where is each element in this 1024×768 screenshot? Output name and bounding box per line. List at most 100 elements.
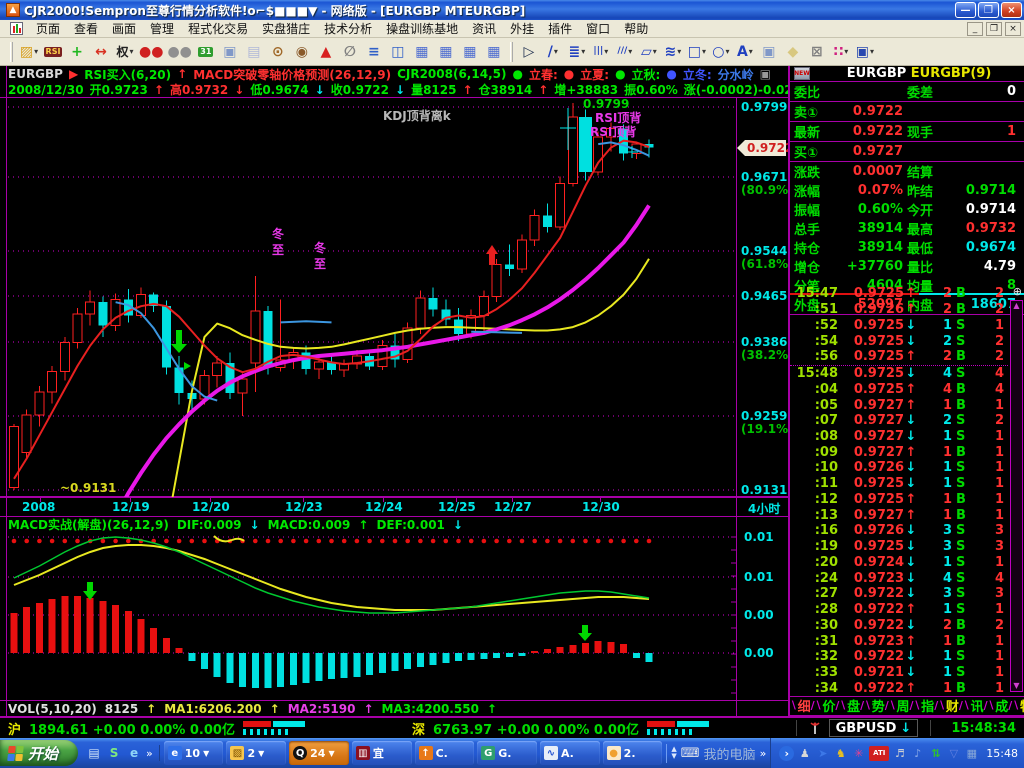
tray-v-icon[interactable]: ▽ [946, 746, 961, 761]
save-icon[interactable]: ▣ ▾ [854, 41, 876, 63]
tick-row[interactable]: 15:48 0.9725 ↓ 4 S 4 [790, 364, 1008, 382]
tab-讯[interactable]: 讯 [971, 697, 984, 714]
ie-quick-icon[interactable]: e [126, 745, 142, 761]
task-button-2.[interactable]: ● 2. [602, 741, 663, 765]
tab-指[interactable]: 指 [921, 697, 934, 714]
menu-查看[interactable]: 查看 [67, 19, 105, 38]
rectangle-icon[interactable]: □ ▾ [686, 41, 708, 63]
tray-firework-icon[interactable]: ✳ [851, 746, 866, 761]
tick-row[interactable]: 15:47 0.9725 ↑ 2 B 2 [790, 286, 1008, 302]
tick-row[interactable]: :32 0.9722 ↓ 1 S 1 [790, 649, 1008, 665]
start-button[interactable]: 开始 [0, 740, 79, 766]
scroll-down-icon[interactable]: ▼ [1013, 681, 1019, 691]
text-tool-icon[interactable]: A ▾ [734, 41, 756, 63]
tray-ati-icon[interactable]: ATI [869, 745, 890, 761]
plug-icon[interactable]: ∅ [339, 41, 361, 63]
eraser-icon[interactable]: ◆ [782, 41, 804, 63]
fan-lines-icon[interactable]: ///▾ [614, 41, 636, 63]
tick-row[interactable]: :12 0.9725 ↑ 1 B 1 [790, 492, 1008, 508]
menu-操盘训练基地[interactable]: 操盘训练基地 [379, 19, 465, 38]
task-button-A.[interactable]: ∿ A. [539, 741, 600, 765]
tick-row[interactable]: :08 0.9727 ↓ 1 S 1 [790, 429, 1008, 445]
open-folder-icon[interactable]: ▨ ▾ [18, 41, 40, 63]
traffic-light-icon[interactable]: ●● [138, 41, 164, 63]
scroll-up-icon[interactable]: ▲ [1013, 301, 1019, 311]
tab-细[interactable]: 细 [798, 697, 811, 714]
tray-monitor-icon[interactable]: ▦ [964, 746, 979, 761]
tab-财[interactable]: 财 [946, 697, 959, 714]
alarm-bell-icon[interactable]: ▲ [315, 41, 337, 63]
tab-特[interactable]: 特 [1020, 697, 1024, 714]
duplicate-icon[interactable]: ▣ [758, 41, 780, 63]
task-button-C.[interactable]: ↑ C. [414, 741, 475, 765]
chart-window-2-icon[interactable]: ▦ [435, 41, 457, 63]
task-button-10[interactable]: e 10 ▼ [163, 741, 224, 765]
task-button-24[interactable]: Q 24 ▼ [289, 741, 349, 765]
minimize-button[interactable]: — [955, 2, 976, 18]
hline-icon[interactable]: ≣ ▾ [566, 41, 588, 63]
tab-价[interactable]: 价 [822, 697, 835, 714]
toolbar-grip[interactable] [10, 41, 13, 62]
tick-row[interactable]: :28 0.9722 ↑ 1 S 1 [790, 602, 1008, 618]
pointer-icon[interactable]: ▷ [518, 41, 540, 63]
menu-画面[interactable]: 画面 [105, 19, 143, 38]
header-grid-icon[interactable]: ▣ [760, 67, 771, 81]
menu-程式化交易[interactable]: 程式化交易 [181, 19, 255, 38]
menu-技术分析[interactable]: 技术分析 [317, 19, 379, 38]
menu-插件[interactable]: 插件 [541, 19, 579, 38]
tick-scrollbar[interactable]: ▲ ▼ [1010, 300, 1023, 692]
tab-势[interactable]: 势 [872, 697, 885, 714]
my-computer-band[interactable]: 我的电脑 [704, 744, 756, 763]
task-button-G.[interactable]: G G. [477, 741, 537, 765]
lock-icon[interactable]: ⊠ [806, 41, 828, 63]
tick-row[interactable]: :30 0.9722 ↓ 2 B 2 [790, 617, 1008, 633]
child-minimize-button[interactable]: _ [967, 21, 983, 36]
chart-window-3-icon[interactable]: ▦ [459, 41, 481, 63]
tick-row[interactable]: :27 0.9722 ↓ 3 S 3 [790, 586, 1008, 602]
rsi-icon[interactable]: RSI [42, 41, 64, 63]
tray-users-icon[interactable]: ♟ [797, 746, 812, 761]
band-chevron[interactable]: » [760, 747, 767, 760]
move-cross-icon[interactable]: + [66, 41, 88, 63]
chart-window-4-icon[interactable]: ▦ [483, 41, 505, 63]
copy-pages-icon[interactable]: ▣ [219, 41, 241, 63]
rights-icon[interactable]: 权 ▾ [114, 41, 136, 63]
tick-row[interactable]: :51 0.9726 ↑ 2 B 2 [790, 302, 1008, 318]
show-desktop-icon[interactable]: ▤ [86, 745, 102, 761]
menu-管理[interactable]: 管理 [143, 19, 181, 38]
tick-row[interactable]: :07 0.9727 ↓ 2 S 2 [790, 413, 1008, 429]
tray-dragon-icon[interactable]: ♞ [833, 746, 848, 761]
child-close-button[interactable]: × [1005, 21, 1021, 36]
keyboard-icon[interactable]: ⌨ [681, 746, 700, 761]
tab-成[interactable]: 成 [995, 697, 1008, 714]
uc-icon[interactable]: S [106, 745, 122, 761]
restore-button[interactable]: ❐ [978, 2, 999, 18]
tick-row[interactable]: :24 0.9723 ↓ 4 S 4 [790, 570, 1008, 586]
tick-row[interactable]: :11 0.9725 ↓ 1 S 1 [790, 476, 1008, 492]
tick-row[interactable]: :04 0.9725 ↑ 4 B 4 [790, 381, 1008, 397]
swap-arrows-icon[interactable]: ↔ [90, 41, 112, 63]
trendline-icon[interactable]: / ▾ [542, 41, 564, 63]
tick-row[interactable]: :09 0.9727 ↑ 1 B 1 [790, 444, 1008, 460]
tick-row[interactable]: :05 0.9727 ↑ 1 B 1 [790, 397, 1008, 413]
gray-dots-icon[interactable]: ●● [166, 41, 192, 63]
tick-row[interactable]: :31 0.9723 ↑ 1 B 1 [790, 633, 1008, 649]
menu-资讯[interactable]: 资讯 [465, 19, 503, 38]
hatch-icon[interactable]: ≋ ▾ [662, 41, 684, 63]
compass-icon[interactable]: ◉ [291, 41, 313, 63]
tray-volume-icon[interactable]: ♬ [892, 746, 907, 761]
book-icon[interactable]: ▤ [243, 41, 265, 63]
tick-row[interactable]: :20 0.9724 ↓ 1 S 1 [790, 554, 1008, 570]
menu-页面[interactable]: 页面 [29, 19, 67, 38]
tick-row[interactable]: :52 0.9725 ↓ 1 S 1 [790, 317, 1008, 333]
split-panes-icon[interactable]: ◫ [387, 41, 409, 63]
menu-外挂[interactable]: 外挂 [503, 19, 541, 38]
child-restore-button[interactable]: ❐ [986, 21, 1002, 36]
tick-row[interactable]: :19 0.9725 ↓ 3 S 3 [790, 539, 1008, 555]
palette-dots-icon[interactable]: ∷ ▾ [830, 41, 852, 63]
zoom-chart-icon[interactable]: ⊙ [267, 41, 289, 63]
tray-cursor-icon[interactable]: ➤ [815, 746, 830, 761]
band-scroll-arrows[interactable]: ▲ ▼ [671, 746, 676, 760]
task-button-宜[interactable]: ▥ 宜 [351, 741, 412, 765]
tray-updown-icon[interactable]: ⇅ [928, 746, 943, 761]
